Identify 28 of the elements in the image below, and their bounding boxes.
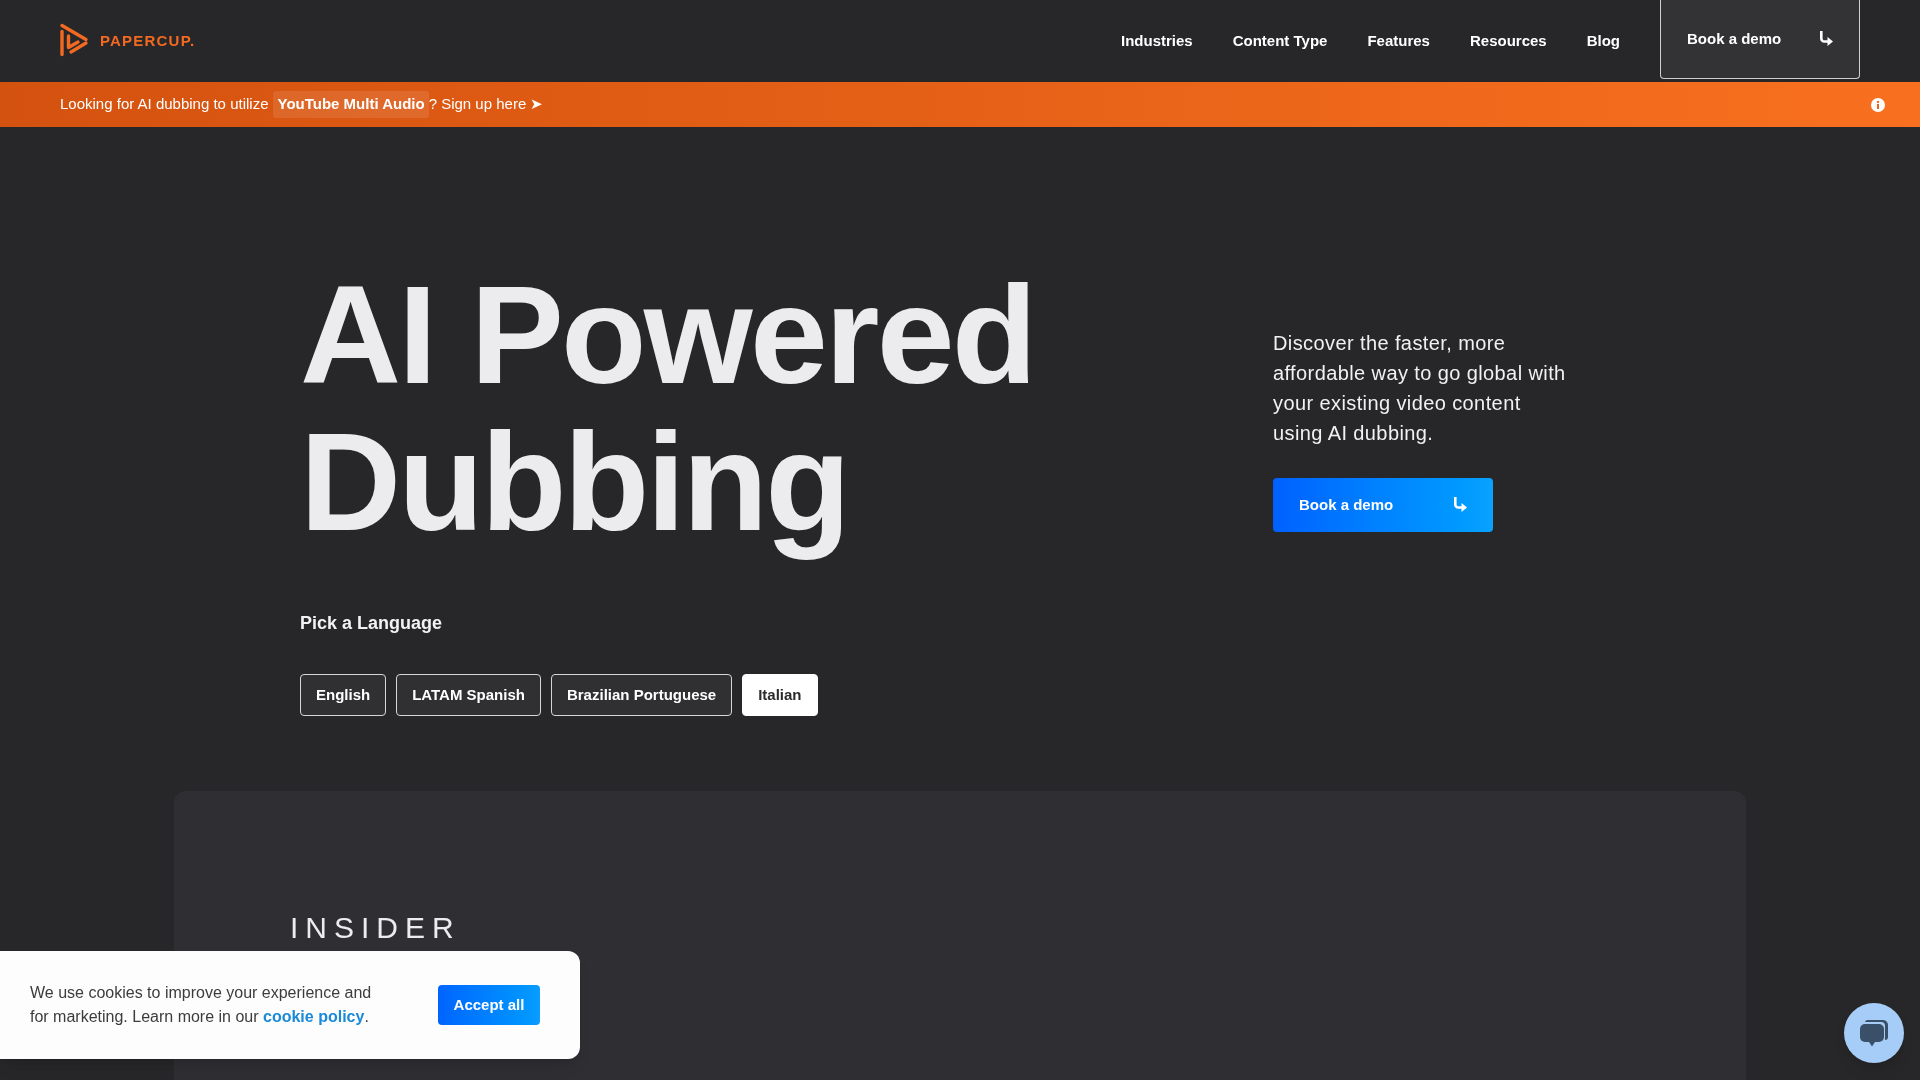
bent-arrow-icon <box>1819 31 1833 47</box>
nav-link[interactable]: Content Type <box>1232 29 1328 53</box>
book-demo-button[interactable]: Book a demo <box>1660 0 1860 79</box>
accept-all-button[interactable]: Accept all <box>438 985 540 1025</box>
language-option[interactable]: LATAM Spanish <box>396 674 541 716</box>
brand-wordmark[interactable]: PAPERCUP. <box>100 32 196 48</box>
nav-link[interactable]: Industries <box>1121 29 1193 53</box>
language-option[interactable]: Italian <box>742 674 818 716</box>
chat-button[interactable] <box>1844 1003 1904 1063</box>
language-option[interactable]: English <box>300 674 387 716</box>
hero-description: Discover the faster, more affordable way to go global with your existing video content using AI dubbing. <box>1273 331 1567 446</box>
chat-bubbles-icon <box>1859 1019 1889 1047</box>
language-picker-label: Pick a Language <box>300 612 443 635</box>
bent-arrow-icon <box>1453 497 1467 513</box>
sign-up-link[interactable]: ? Sign up here ➤ <box>428 93 544 116</box>
publication-logo: INSIDER <box>290 913 461 943</box>
highlighted-label: YouTube Multi Audio <box>273 91 429 118</box>
info-icon[interactable] <box>1871 97 1885 112</box>
nav-link[interactable]: Features <box>1367 29 1430 53</box>
hero-title: AI Powered Dubbing <box>300 261 1036 562</box>
triangle-logo-icon[interactable] <box>59 23 89 57</box>
cookie-message: We use cookies to improve your experience and for marketing. Learn more in our cookie policy. <box>30 983 373 1027</box>
book-demo-button[interactable]: Book a demo <box>1273 478 1493 532</box>
nav-link[interactable]: Resources <box>1469 29 1547 53</box>
cookie-policy-link[interactable]: cookie policy <box>263 1008 365 1025</box>
nav-link[interactable]: Blog <box>1586 29 1620 53</box>
language-option[interactable]: Brazilian Portuguese <box>550 674 733 716</box>
announcement-text: Looking for AI dubbing to utilize <box>60 94 269 115</box>
